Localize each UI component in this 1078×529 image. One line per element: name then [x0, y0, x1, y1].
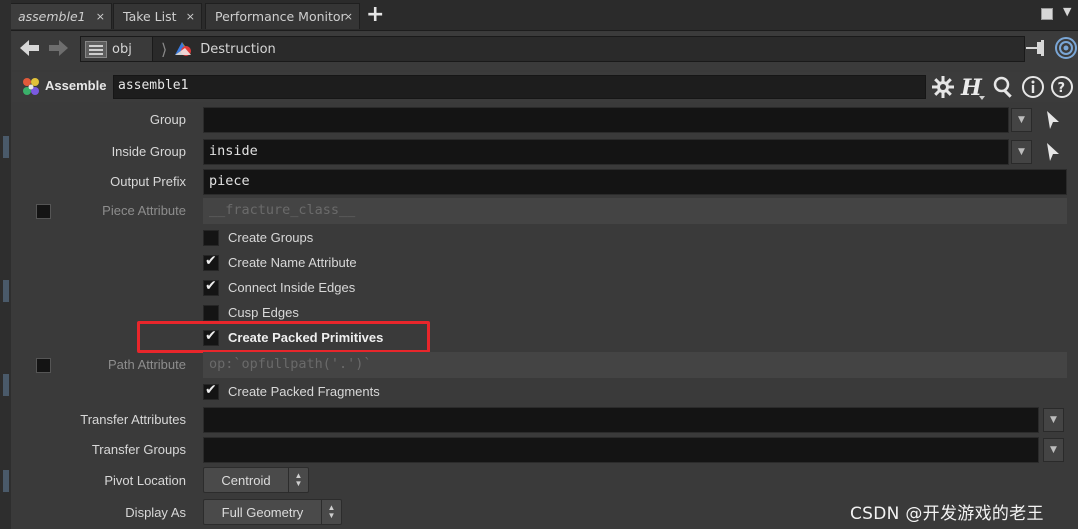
tab-label: assemble1 — [18, 9, 86, 24]
pivot-location-label: Pivot Location — [104, 473, 186, 488]
chevron-down-icon[interactable]: ▼ — [1011, 140, 1032, 164]
path-segment-obj[interactable]: obj — [81, 37, 153, 61]
highlight-box — [137, 321, 430, 353]
piece-attribute-toggle[interactable] — [36, 204, 51, 219]
path-attribute-field: op:`opfullpath('.')` — [203, 352, 1067, 378]
connect-inside-edges-label: Connect Inside Edges — [228, 280, 356, 295]
pin-icon[interactable] — [1025, 39, 1047, 57]
network-path-field[interactable]: obj ⟩ Destruction ▼ — [80, 36, 1078, 62]
create-packed-fragments-label: Create Packed Fragments — [228, 384, 380, 399]
output-prefix-label: Output Prefix — [110, 174, 186, 189]
cusp-edges-checkbox[interactable] — [203, 305, 219, 321]
inside-group-field[interactable]: inside — [203, 139, 1009, 165]
node-type-label: Assemble — [45, 78, 107, 93]
breadcrumb-separator: ⟩ — [161, 39, 168, 59]
add-tab-icon[interactable]: + — [366, 3, 384, 27]
pivot-location-value: Centroid — [221, 472, 271, 488]
gear-icon[interactable] — [931, 75, 955, 99]
cusp-edges-label: Cusp Edges — [228, 305, 299, 320]
display-as-value: Full Geometry — [221, 504, 304, 520]
display-as-label: Display As — [125, 505, 186, 520]
left-pane-edge — [0, 0, 11, 529]
assemble-node-icon — [23, 78, 39, 95]
display-as-menu[interactable]: Full Geometry ▲ ▼ — [203, 499, 342, 525]
tab-assemble1[interactable]: assemble1 × — [8, 3, 112, 29]
close-icon[interactable]: × — [186, 10, 195, 23]
transfer-attributes-field[interactable] — [203, 407, 1039, 433]
back-arrow-icon[interactable] — [18, 36, 42, 60]
transfer-groups-field[interactable] — [203, 437, 1039, 463]
group-field[interactable] — [203, 107, 1009, 133]
svg-text:?: ? — [1058, 81, 1066, 96]
select-arrow-icon[interactable] — [1045, 142, 1061, 162]
link-viewport-icon[interactable] — [1054, 36, 1078, 60]
chevron-down-icon[interactable]: ▼ — [1043, 408, 1064, 432]
tab-label: Take List — [123, 9, 177, 24]
path-attribute-label: Path Attribute — [107, 357, 186, 372]
forward-arrow-icon[interactable] — [46, 36, 70, 60]
node-header: Assemble assemble1 H ? — [12, 72, 1078, 102]
create-groups-label: Create Groups — [228, 230, 314, 245]
path-attribute-toggle[interactable] — [36, 358, 51, 373]
tab-take-list[interactable]: Take List × — [113, 3, 202, 29]
svg-text:H: H — [960, 75, 983, 101]
inside-group-label: Inside Group — [111, 144, 186, 159]
pane-menu-arrow-icon[interactable]: ▼ — [1063, 5, 1071, 18]
create-groups-checkbox[interactable] — [203, 230, 219, 246]
obj-context-icon — [85, 40, 107, 58]
path-root-label: obj — [112, 41, 132, 57]
path-bar: obj ⟩ Destruction ▼ — [12, 32, 1078, 70]
up-down-arrows-icon: ▲ ▼ — [321, 500, 341, 524]
piece-attribute-field: __fracture_class__ — [203, 198, 1067, 224]
houdini-help-icon[interactable]: H — [960, 75, 986, 101]
search-icon[interactable] — [992, 75, 1016, 99]
select-arrow-icon[interactable] — [1045, 110, 1061, 130]
chevron-down-icon[interactable]: ▼ — [1011, 108, 1032, 132]
maximize-pane-icon[interactable] — [1041, 8, 1053, 20]
transfer-attributes-label: Transfer Attributes — [80, 412, 186, 427]
connect-inside-edges-checkbox[interactable] — [203, 278, 219, 296]
watermark: CSDN @开发游戏的老王 — [850, 504, 1044, 524]
node-name-field[interactable]: assemble1 — [113, 75, 926, 99]
tab-label: Performance Monitor — [215, 9, 346, 24]
close-icon[interactable]: × — [344, 10, 353, 23]
group-label: Group — [149, 112, 186, 127]
geometry-object-icon — [175, 42, 192, 56]
piece-attribute-label: Piece Attribute — [102, 203, 186, 218]
create-name-attribute-checkbox[interactable] — [203, 253, 219, 271]
up-down-arrows-icon: ▲ ▼ — [288, 468, 308, 492]
tab-performance-monitor[interactable]: Performance Monitor × — [205, 3, 360, 29]
help-icon[interactable]: ? — [1050, 75, 1074, 99]
path-network-label: Destruction — [200, 41, 276, 57]
chevron-down-icon[interactable]: ▼ — [1043, 438, 1064, 462]
close-icon[interactable]: × — [96, 10, 105, 23]
pane-tab-bar: assemble1 × Take List × Performance Moni… — [0, 0, 1078, 31]
output-prefix-field[interactable]: piece — [203, 169, 1067, 195]
transfer-groups-label: Transfer Groups — [91, 442, 186, 457]
create-name-attribute-label: Create Name Attribute — [228, 255, 357, 270]
pivot-location-menu[interactable]: Centroid ▲ ▼ — [203, 467, 309, 493]
create-packed-fragments-checkbox[interactable] — [203, 382, 219, 400]
info-icon[interactable] — [1021, 75, 1045, 99]
